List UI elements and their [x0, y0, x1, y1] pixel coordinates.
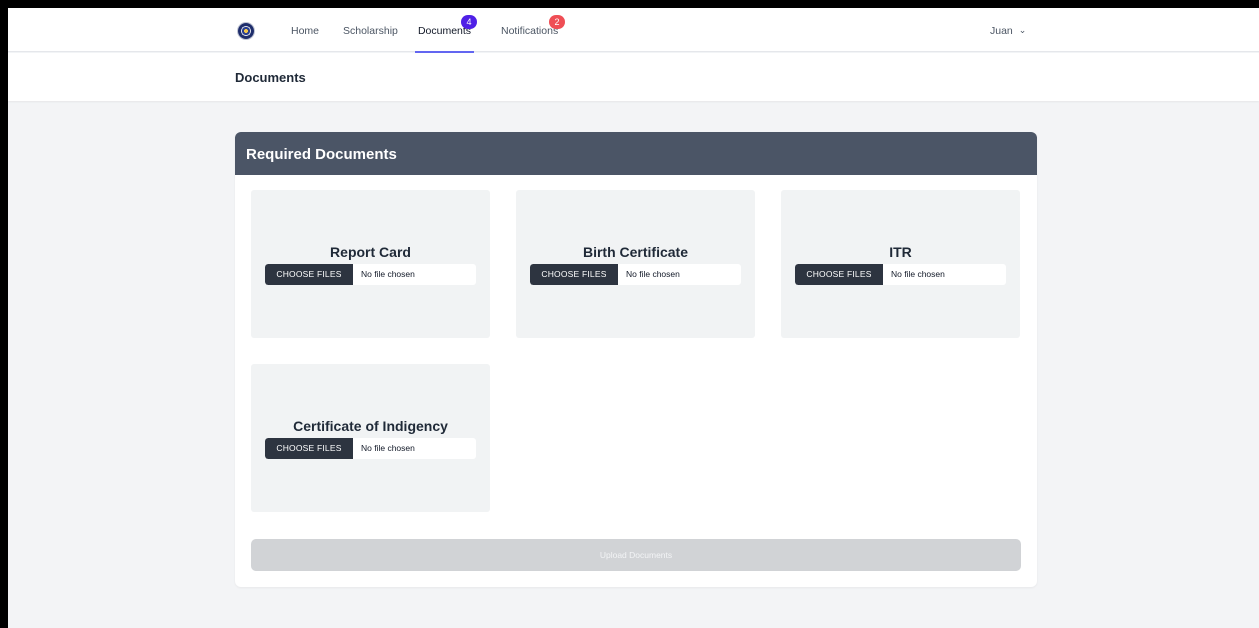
documents-count-badge: 4	[461, 15, 477, 29]
choose-files-button[interactable]: CHOOSE FILES	[530, 264, 618, 285]
document-upload-certificate-of-indigency: Certificate of Indigency CHOOSE FILES No…	[251, 364, 490, 512]
document-upload-itr: ITR CHOOSE FILES No file chosen	[781, 190, 1020, 338]
page-header: Documents	[8, 53, 1259, 101]
document-title: ITR	[889, 244, 912, 260]
file-status: No file chosen	[891, 269, 945, 279]
user-menu[interactable]: Juan ⌄	[990, 8, 1026, 52]
nav-home[interactable]: Home	[291, 8, 319, 52]
file-input-itr[interactable]: CHOOSE FILES No file chosen	[795, 264, 1006, 285]
app-window: Home Scholarship Documents 4 Notificatio…	[8, 8, 1259, 628]
choose-files-button[interactable]: CHOOSE FILES	[795, 264, 883, 285]
document-upload-birth-certificate: Birth Certificate CHOOSE FILES No file c…	[516, 190, 755, 338]
seal-logo-icon[interactable]	[238, 23, 254, 39]
nav-scholarship[interactable]: Scholarship	[343, 8, 398, 52]
choose-files-button[interactable]: CHOOSE FILES	[265, 264, 353, 285]
document-upload-report-card: Report Card CHOOSE FILES No file chosen	[251, 190, 490, 338]
document-title: Birth Certificate	[582, 244, 689, 260]
upload-documents-button[interactable]: Upload Documents	[251, 539, 1021, 571]
card-header: Required Documents	[235, 132, 1037, 175]
card-title: Required Documents	[246, 146, 397, 163]
user-name: Juan	[990, 25, 1013, 37]
notifications-count-badge: 2	[549, 15, 565, 29]
required-documents-card: Required Documents Report Card CHOOSE FI…	[235, 132, 1037, 587]
file-status: No file chosen	[361, 443, 415, 453]
choose-files-button[interactable]: CHOOSE FILES	[265, 438, 353, 459]
document-title: Certificate of Indigency	[293, 418, 448, 434]
file-input-birth-certificate[interactable]: CHOOSE FILES No file chosen	[530, 264, 741, 285]
page-title: Documents	[235, 70, 306, 85]
document-title: Report Card	[330, 244, 411, 260]
chevron-down-icon: ⌄	[1018, 25, 1027, 35]
nav-notifications[interactable]: Notifications	[501, 8, 558, 52]
file-input-report-card[interactable]: CHOOSE FILES No file chosen	[265, 264, 476, 285]
file-input-certificate-of-indigency[interactable]: CHOOSE FILES No file chosen	[265, 438, 476, 459]
file-status: No file chosen	[361, 269, 415, 279]
top-navbar: Home Scholarship Documents 4 Notificatio…	[8, 8, 1259, 53]
file-status: No file chosen	[626, 269, 680, 279]
